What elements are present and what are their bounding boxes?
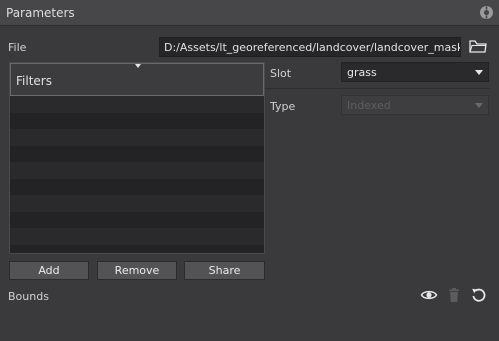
chevron-down-icon [475, 103, 483, 108]
trash-icon[interactable] [445, 286, 463, 304]
parameters-panel: Parameters File D:/Assets/lt_georeferenc… [0, 0, 499, 341]
eye-icon[interactable] [420, 286, 438, 304]
settings-circle-icon[interactable] [479, 5, 494, 20]
list-item[interactable] [10, 244, 264, 253]
list-item[interactable] [10, 178, 264, 195]
bounds-label: Bounds [8, 290, 49, 303]
chevron-down-icon [475, 70, 483, 75]
share-button[interactable]: Share [184, 261, 265, 280]
file-label: File [8, 41, 27, 54]
type-value: Indexed [347, 99, 391, 112]
file-path-field[interactable]: D:/Assets/lt_georeferenced/landcover/lan… [159, 37, 461, 57]
list-item[interactable] [10, 112, 264, 129]
reset-icon[interactable] [470, 286, 488, 304]
type-select[interactable]: Indexed [341, 95, 489, 115]
slot-label: Slot [270, 67, 292, 80]
slot-value: grass [347, 66, 377, 79]
filter-rows [10, 96, 264, 253]
caret-down-icon [135, 64, 141, 68]
list-item[interactable] [10, 96, 264, 113]
add-button[interactable]: Add [9, 261, 89, 280]
slot-select[interactable]: grass [341, 62, 489, 82]
list-item[interactable] [10, 228, 264, 245]
filters-list[interactable]: Filters [9, 62, 265, 254]
divider [265, 88, 490, 89]
panel-header: Parameters [0, 0, 499, 26]
type-label: Type [270, 100, 296, 113]
list-item[interactable] [10, 162, 264, 179]
filters-label: Filters [16, 74, 52, 88]
list-item[interactable] [10, 195, 264, 212]
filters-header[interactable]: Filters [10, 63, 264, 96]
list-item[interactable] [10, 145, 264, 162]
list-item[interactable] [10, 211, 264, 228]
list-item[interactable] [10, 129, 264, 146]
panel-title: Parameters [6, 6, 75, 20]
remove-button[interactable]: Remove [97, 261, 177, 280]
folder-icon[interactable] [469, 38, 487, 54]
